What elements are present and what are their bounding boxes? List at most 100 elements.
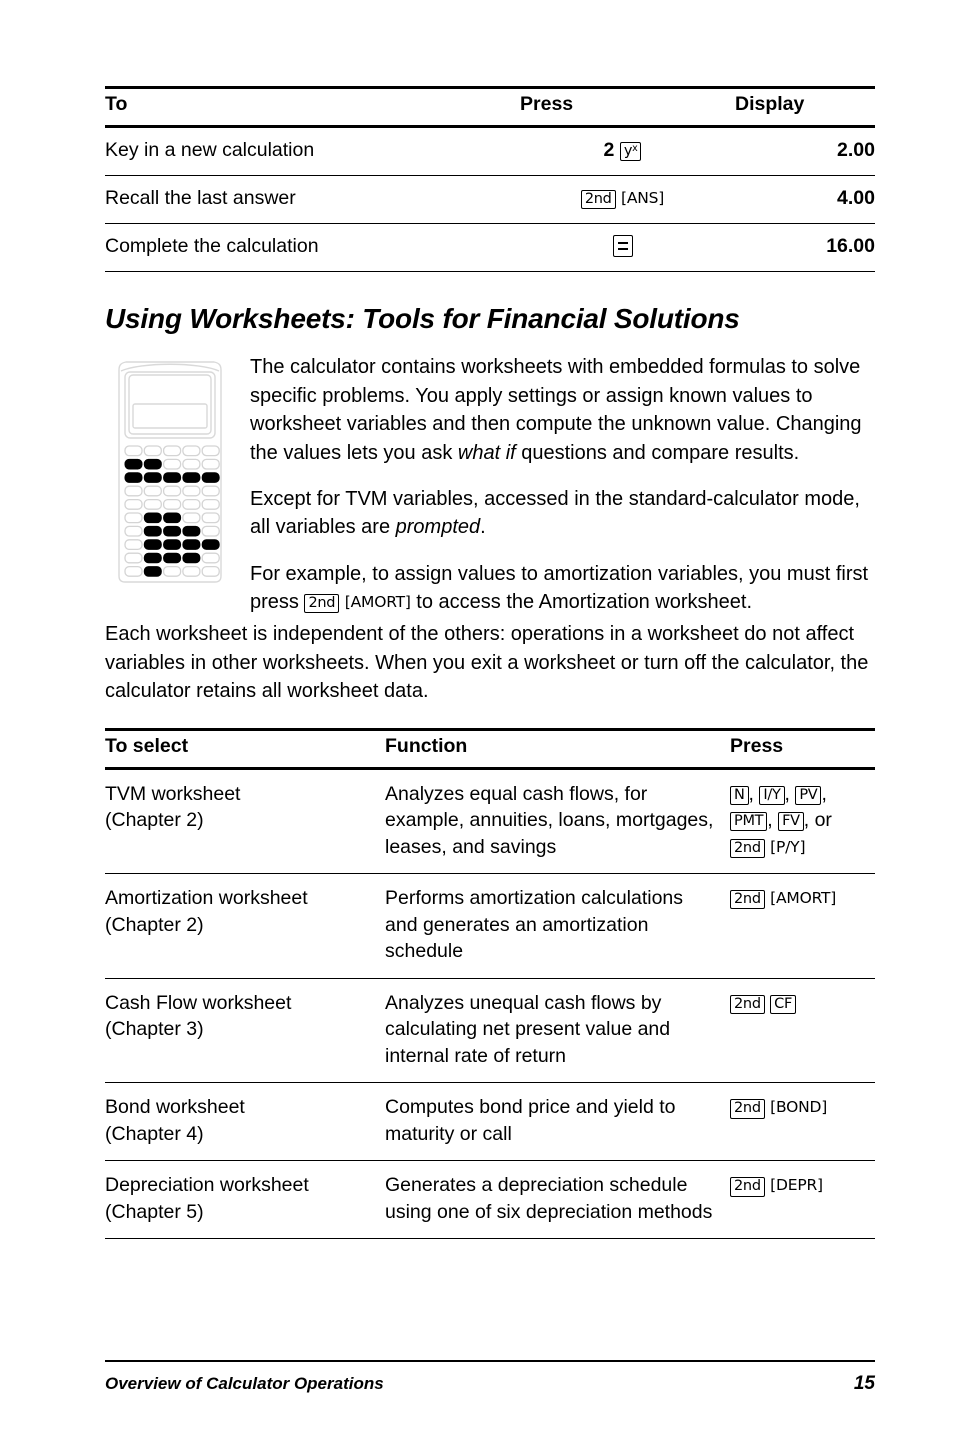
calculator-key-outline [124, 539, 143, 551]
calculator-key-outline [124, 566, 143, 578]
key-fv-icon: FV [778, 812, 804, 832]
intro-paragraph-2: Except for TVM variables, accessed in th… [250, 487, 860, 539]
key-2nd-icon: 2nd [730, 1177, 765, 1197]
calculator-key-outline [201, 526, 220, 538]
calculator-illustration [111, 356, 229, 584]
key-yx-icon: yx [619, 142, 642, 162]
calculator-key-outline [124, 512, 143, 524]
worksheet-selection-table: To select Function Press TVM worksheet (… [105, 727, 875, 1240]
calculator-key-outline [143, 485, 162, 497]
column-header-press: Press [730, 727, 875, 770]
worksheet-keystrokes: 2nd [DEPR] [730, 1160, 875, 1240]
step-keystrokes [520, 223, 725, 272]
intro-paragraph-1: The calculator contains worksheets with … [250, 356, 862, 464]
table-header-row: To Press Display [105, 86, 875, 128]
column-header-to: To [105, 86, 520, 128]
worksheet-independence-paragraph: Each worksheet is independent of the oth… [105, 620, 875, 705]
document-page: To Press Display Key in a new calculatio… [105, 0, 875, 1449]
calculator-key-outline [162, 566, 182, 578]
worksheet-keystrokes: 2nd [BOND] [730, 1082, 875, 1162]
calculator-key-outline [143, 445, 162, 457]
footer-chapter-title: Overview of Calculator Operations [105, 1374, 384, 1393]
key-2nd-icon: 2nd [580, 189, 616, 210]
intro-paragraph-3: For example, to assign values to amortiz… [250, 562, 869, 614]
key-bond-label: [BOND] [770, 1098, 828, 1117]
key-py-label: [P/Y] [770, 837, 806, 856]
table-row: Complete the calculation 16.00 [105, 223, 875, 272]
key-2nd-icon: 2nd [730, 994, 765, 1014]
key-amort-label: [AMORT] [770, 889, 837, 908]
key-depr-label: [DEPR] [770, 1176, 823, 1195]
table-row: Recall the last answer 2nd [ANS] 4.00 [105, 175, 875, 224]
worksheet-chapter: (Chapter 5) [105, 1200, 204, 1223]
calculator-key-outline [182, 499, 201, 511]
worksheet-name: Bond worksheet (Chapter 4) [105, 1082, 385, 1162]
worksheet-keystrokes: 2nd CF [730, 978, 875, 1084]
key-pv-icon: PV [795, 785, 822, 805]
calculator-key-filled [201, 539, 220, 551]
table-row: Key in a new calculation 2 yx 2.00 [105, 126, 875, 176]
calculator-key-filled [143, 566, 162, 578]
calculator-key-filled [143, 553, 162, 564]
calculator-key-filled [182, 472, 201, 484]
page-footer: Overview of Calculator Operations 15 [105, 1360, 875, 1395]
calculator-key-outline [124, 499, 143, 511]
calculator-key-outline [124, 526, 143, 538]
calculator-key-outline [124, 445, 143, 457]
calculator-key-outline [162, 485, 182, 497]
calculator-key-filled [124, 459, 143, 470]
worksheet-chapter: (Chapter 2) [105, 809, 204, 832]
table-row: Amortization worksheet (Chapter 2) Perfo… [105, 873, 875, 979]
calculator-key-outline [143, 499, 162, 511]
calculator-key-outline [182, 459, 201, 471]
step-display-value: 2.00 [725, 126, 875, 176]
calculator-key-outline [182, 485, 201, 497]
key-n-icon: N [730, 785, 749, 805]
calculator-key-filled [143, 539, 162, 551]
step-description: Complete the calculation [105, 223, 520, 272]
calculator-key-filled [143, 459, 162, 470]
key-2nd-icon: 2nd [730, 1099, 765, 1119]
calculator-key-filled [143, 526, 162, 537]
footer-page-number: 15 [853, 1373, 875, 1394]
step-keystrokes: 2nd [ANS] [520, 175, 725, 224]
calculator-key-filled [182, 526, 201, 537]
table-row: Bond worksheet (Chapter 4) Computes bond… [105, 1082, 875, 1162]
worksheet-name: Amortization worksheet (Chapter 2) [105, 873, 385, 979]
table-header-row: To select Function Press [105, 727, 875, 770]
calculator-key-filled [124, 472, 143, 484]
key-iy-icon: I/Y [759, 785, 785, 805]
calculator-key-filled [163, 512, 182, 524]
calculator-key-filled [182, 539, 201, 551]
key-2nd-icon: 2nd [730, 890, 765, 910]
calculator-key-filled [163, 539, 182, 551]
key-2nd-icon: 2nd [730, 838, 765, 858]
calculator-key-filled [201, 472, 220, 484]
calculator-key-filled [163, 553, 182, 564]
worksheet-title: Cash Flow worksheet [105, 991, 292, 1014]
column-header-to-select: To select [105, 727, 385, 770]
worksheet-title: TVM worksheet [105, 782, 241, 805]
worksheet-chapter: (Chapter 4) [105, 1122, 204, 1145]
step-description: Recall the last answer [105, 175, 520, 224]
step-keystrokes: 2 yx [520, 126, 725, 176]
calculator-key-filled [163, 472, 182, 484]
table-row: TVM worksheet (Chapter 2) Analyzes equal… [105, 768, 875, 875]
calculator-key-outline [201, 512, 220, 524]
key-ans-label: [ANS] [621, 188, 665, 207]
calculator-key-outline [182, 445, 201, 457]
key-amort-label: [AMORT] [344, 593, 411, 612]
step-display-value: 16.00 [725, 223, 875, 272]
worksheet-title: Amortization worksheet [105, 887, 308, 910]
keystroke-digit: 2 [603, 139, 615, 161]
intro-block: The calculator contains worksheets with … [105, 353, 875, 616]
column-header-display: Display [725, 86, 875, 128]
worksheet-function: Performs amortization calculations and g… [385, 873, 730, 979]
step-display-value: 4.00 [725, 175, 875, 224]
column-header-function: Function [385, 727, 730, 770]
calculator-key-filled [163, 526, 182, 537]
calculator-key-outline [124, 485, 143, 497]
calculator-key-outline [162, 459, 182, 471]
worksheet-name: Depreciation worksheet (Chapter 5) [105, 1160, 385, 1240]
key-cf-icon: CF [770, 994, 797, 1014]
